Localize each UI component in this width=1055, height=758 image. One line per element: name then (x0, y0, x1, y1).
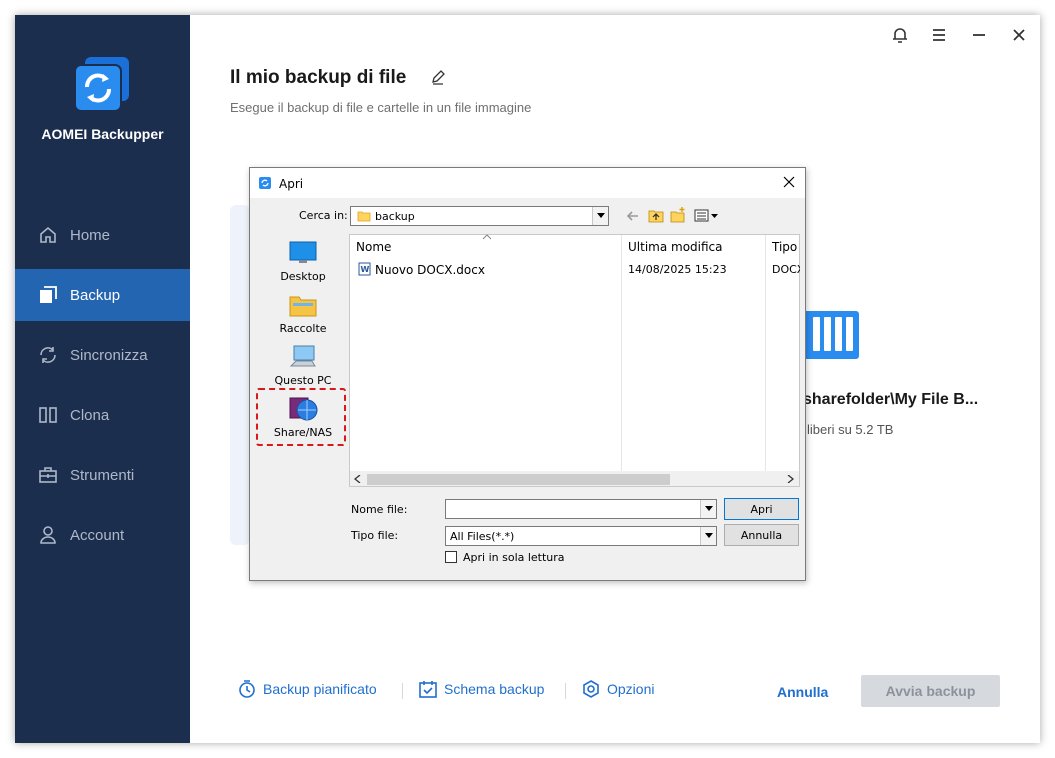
place-label: Raccolte (279, 322, 327, 335)
home-icon (40, 226, 56, 243)
sidebar-item-clona[interactable]: Clona (15, 389, 190, 441)
sidebar-item-sincronizza[interactable]: Sincronizza (15, 329, 190, 381)
sidebar-item-label: Sincronizza (70, 346, 148, 364)
sidebar-item-label: Home (70, 226, 111, 244)
dialog-cancel-button[interactable]: Annulla (724, 524, 799, 546)
close-icon[interactable] (1009, 25, 1029, 45)
scheduled-backup-button[interactable]: Backup pianificato (237, 679, 377, 699)
sidebar-item-backup[interactable]: Backup (15, 269, 190, 321)
sync-icon (40, 347, 56, 363)
close-icon[interactable] (782, 175, 796, 189)
filetype-label: Tipo file: (351, 529, 399, 542)
sidebar-item-label: Backup (70, 286, 121, 304)
column-type[interactable]: Tipo (772, 240, 797, 254)
calendar-check-icon (419, 681, 437, 698)
svg-text:W: W (361, 265, 370, 274)
place-desktop[interactable]: Desktop (258, 240, 348, 283)
back-arrow-icon[interactable] (626, 209, 640, 223)
backup-scheme-button[interactable]: Schema backup (418, 679, 544, 699)
scroll-left-icon[interactable] (354, 475, 361, 483)
file-list[interactable]: Nome Ultima modifica Tipo W Nuovo DOCX.d… (349, 234, 800, 487)
look-in-label: Cerca in: (299, 209, 348, 222)
place-questo-pc[interactable]: Questo PC (258, 344, 348, 387)
chevron-down-icon[interactable] (592, 207, 608, 225)
aomei-logo-icon (74, 57, 129, 112)
place-raccolte[interactable]: Raccolte (258, 292, 348, 335)
look-in-value: backup (375, 210, 415, 223)
destination-path[interactable]: sharefolder\My File B... (803, 391, 978, 409)
file-modified: 14/08/2025 15:23 (628, 263, 727, 276)
file-row[interactable]: W Nuovo DOCX.docx 14/08/2025 15:23 DOCX (356, 262, 801, 278)
scrollbar-thumb[interactable] (367, 474, 670, 485)
new-folder-icon[interactable] (670, 207, 686, 223)
place-label: Questo PC (274, 374, 332, 387)
cancel-button[interactable]: Annulla (777, 684, 828, 700)
bell-icon[interactable] (890, 25, 910, 45)
divider (402, 683, 403, 699)
filetype-value: All Files(*.*) (450, 530, 515, 543)
file-type: DOCX (772, 263, 800, 276)
chevron-down-icon[interactable] (700, 527, 716, 545)
sidebar-item-account[interactable]: Account (15, 509, 190, 561)
view-menu-icon[interactable] (694, 209, 720, 223)
edit-pencil-icon[interactable] (430, 69, 446, 85)
account-icon (40, 526, 56, 544)
open-file-dialog: Apri Cerca in: backup Desktop Raccolte Q… (249, 167, 806, 581)
readonly-label: Apri in sola lettura (463, 551, 565, 564)
sidebar-item-strumenti[interactable]: Strumenti (15, 449, 190, 501)
look-in-select[interactable]: backup (350, 206, 609, 226)
backup-scheme-label: Schema backup (444, 681, 545, 697)
libraries-icon (289, 296, 317, 317)
readonly-checkbox[interactable] (445, 551, 457, 563)
chevron-down-icon[interactable] (700, 500, 716, 518)
sidebar: AOMEI Backupper Home Backup Sincronizza … (15, 15, 190, 743)
tools-icon (39, 467, 57, 483)
sidebar-item-label: Account (70, 526, 125, 544)
column-modified[interactable]: Ultima modifica (628, 240, 723, 254)
filename-label: Nome file: (351, 503, 408, 516)
scheduled-backup-label: Backup pianificato (263, 681, 377, 697)
minimize-icon[interactable] (969, 25, 989, 45)
desktop-icon (289, 241, 317, 263)
horizontal-scrollbar[interactable] (350, 471, 799, 486)
sidebar-item-label: Strumenti (70, 466, 135, 484)
clone-icon (39, 407, 57, 423)
divider (565, 683, 566, 699)
page-title: Il mio backup di file (230, 67, 407, 88)
aomei-small-icon (259, 177, 271, 189)
options-gear-icon (583, 680, 599, 698)
app-name: AOMEI Backupper (41, 126, 164, 142)
sidebar-item-home[interactable]: Home (15, 209, 190, 261)
sort-caret-icon (482, 234, 492, 240)
word-doc-icon: W (358, 262, 371, 276)
filetype-select[interactable]: All Files(*.*) (445, 526, 717, 546)
options-label: Opzioni (607, 681, 655, 697)
place-label: Desktop (280, 270, 326, 283)
file-name: Nuovo DOCX.docx (375, 263, 485, 277)
computer-icon (289, 345, 316, 367)
up-folder-icon[interactable] (648, 208, 664, 223)
open-button[interactable]: Apri (724, 498, 799, 520)
backup-icon (40, 286, 57, 303)
start-backup-button[interactable]: Avvia backup (861, 675, 1000, 707)
column-name[interactable]: Nome (356, 240, 391, 254)
dialog-title: Apri (279, 177, 304, 191)
share-nas-highlight (256, 388, 346, 446)
filename-input[interactable] (445, 499, 717, 519)
source-card (230, 205, 250, 545)
nas-destination-icon (803, 311, 859, 359)
clock-icon (239, 680, 255, 698)
menu-icon[interactable] (929, 25, 949, 45)
options-button[interactable]: Opzioni (581, 679, 654, 699)
sidebar-item-label: Clona (70, 406, 110, 424)
page-subtitle: Esegue il backup di file e cartelle in u… (230, 100, 532, 115)
destination-free-space: liberi su 5.2 TB (807, 422, 894, 437)
folder-icon (357, 211, 371, 222)
dialog-titlebar: Apri (250, 168, 805, 198)
scroll-right-icon[interactable] (787, 475, 794, 483)
